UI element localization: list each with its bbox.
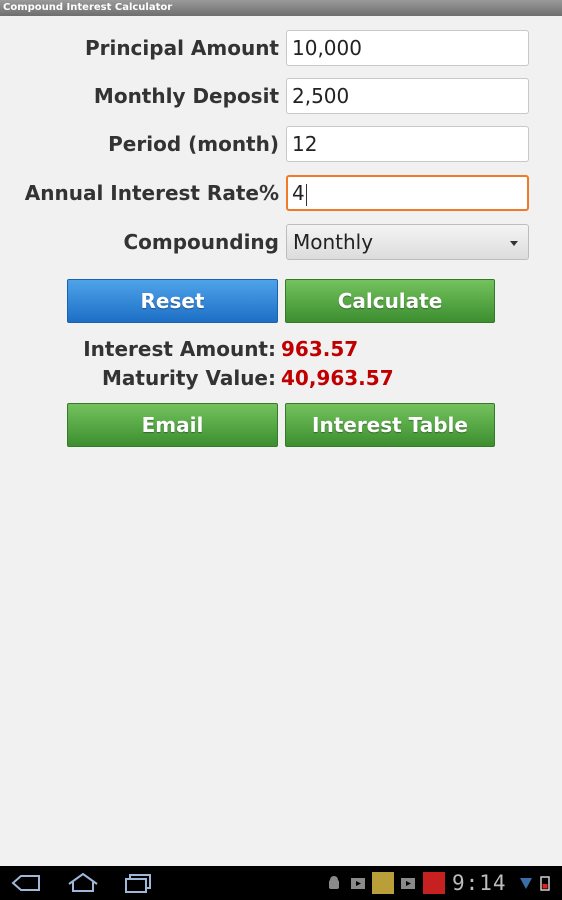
period-row: Period (month) 12 <box>0 124 562 164</box>
compounding-label: Compounding <box>123 230 279 254</box>
media-icon-2 <box>401 878 415 889</box>
wifi-icon <box>520 878 532 889</box>
deposit-input[interactable]: 2,500 <box>286 78 529 114</box>
android-debug-icon <box>329 876 339 889</box>
reset-button[interactable]: Reset <box>67 279 278 323</box>
maturity-value: 40,963.57 <box>281 366 394 390</box>
compounding-select[interactable]: Monthly <box>286 224 529 260</box>
home-icon[interactable] <box>66 871 100 895</box>
recent-apps-icon[interactable] <box>122 871 154 895</box>
interest-amount-label: Interest Amount: <box>83 337 276 361</box>
period-input[interactable]: 12 <box>286 126 529 162</box>
rate-label: Annual Interest Rate% <box>24 181 279 205</box>
back-icon[interactable] <box>10 871 42 895</box>
deposit-label: Monthly Deposit <box>93 84 279 108</box>
battery-icon <box>540 876 550 891</box>
compounding-value: Monthly <box>293 230 374 254</box>
rate-row: Annual Interest Rate% 4 <box>0 173 562 213</box>
email-button[interactable]: Email <box>67 403 278 447</box>
interest-amount-value: 963.57 <box>281 337 359 361</box>
maturity-result: Maturity Value: 40,963.57 <box>0 364 562 392</box>
period-label: Period (month) <box>108 132 279 156</box>
deposit-row: Monthly Deposit 2,500 <box>0 76 562 116</box>
text-cursor <box>305 183 307 206</box>
principal-input[interactable]: 10,000 <box>286 30 529 66</box>
rate-input-value: 4 <box>292 181 305 205</box>
system-bar: 9:14 <box>0 866 562 900</box>
clock: 9:14 <box>452 871 507 895</box>
app-thumbnail-icon <box>372 872 394 894</box>
interest-result: Interest Amount: 963.57 <box>0 335 562 363</box>
media-icon <box>351 878 365 889</box>
interest-table-button[interactable]: Interest Table <box>285 403 495 447</box>
maturity-value-label: Maturity Value: <box>101 366 276 390</box>
app-notification-icon <box>423 872 445 894</box>
principal-label: Principal Amount <box>84 36 279 60</box>
compounding-row: Compounding Monthly <box>0 222 562 262</box>
principal-row: Principal Amount 10,000 <box>0 28 562 68</box>
calculate-button[interactable]: Calculate <box>285 279 495 323</box>
window-title: Compound Interest Calculator <box>0 0 562 16</box>
dropdown-arrow-icon <box>510 241 518 246</box>
rate-input[interactable]: 4 <box>286 175 529 211</box>
